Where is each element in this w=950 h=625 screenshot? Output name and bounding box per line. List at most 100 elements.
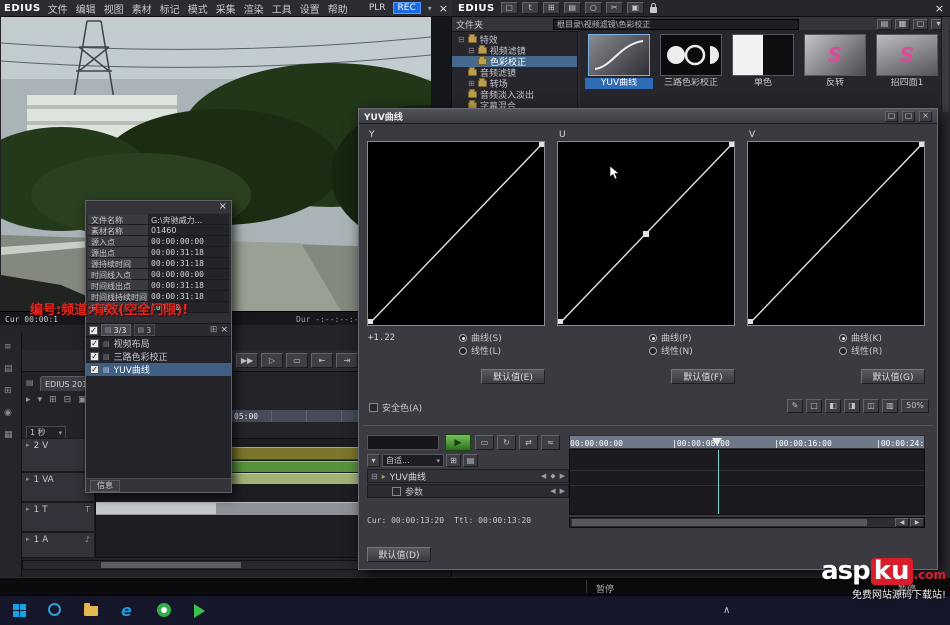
menu-item[interactable]: 标记 [160,1,180,16]
settings-icon[interactable]: ⊞ [210,325,218,335]
filter-item-video-layout[interactable]: ✓ ▤ 视频布局 [86,337,231,350]
menu-item[interactable]: 素材 [132,1,152,16]
kf-transport-icon[interactable]: ▭ [475,435,494,450]
dialog-default-button[interactable]: 默认值(D) [367,547,431,562]
timeline-tool-icon[interactable]: ▸ [26,395,31,405]
preview-split-icon[interactable]: ◧ [825,399,841,413]
tree-item-audio-fade[interactable]: 音频淡入淡出 [452,89,577,100]
kf-value-box[interactable] [367,435,439,450]
menu-item[interactable]: 工具 [272,1,292,16]
bin-toolbar-icon[interactable]: ▣ [626,2,644,14]
edge-browser-icon[interactable]: e [121,601,132,620]
bin-toolbar-icon[interactable]: ○ [584,2,602,14]
tab-page-2[interactable]: ▤ 3 [133,324,156,336]
filter-item-yuv-curve[interactable]: ✓ ▤ YUV曲线 [86,363,231,376]
kf-ruler[interactable]: 00:00:00:00 |00:00:08:00 |00:00:16:00 |00:0… [569,435,925,449]
dialog-title-bar[interactable]: YUV曲线 ▢ ▢ × [359,109,937,124]
chevron-down-icon[interactable]: ▾ [367,454,380,467]
search-icon[interactable] [48,603,61,616]
effect-custom-1[interactable]: S 招四面1 [873,34,941,89]
kf-transport-icon[interactable]: ↻ [497,435,516,450]
v-curve-editor[interactable] [747,141,925,326]
checkbox-icon[interactable] [369,403,378,412]
filter-checkbox[interactable]: ✓ [90,365,99,374]
view-mode-icon[interactable]: ▢ [913,18,928,30]
track-header-a[interactable]: ▸ 1 A ♪ [22,532,95,558]
bin-toolbar-icon[interactable]: ▢ [500,2,518,14]
preview-zoom-button[interactable]: 50% [901,399,929,413]
preview-split-icon[interactable]: ◨ [844,399,860,413]
add-keyframe-icon[interactable]: ◆ [550,472,555,480]
close-icon[interactable]: × [220,325,228,335]
filters-master-checkbox[interactable]: ✓ [89,325,98,335]
strip-tool-icon[interactable]: ▤ [4,364,13,374]
radio-icon[interactable] [649,346,657,355]
tab-page-1[interactable]: ▤ 3/3 [101,324,131,336]
chrome-browser-icon[interactable] [157,603,171,617]
view-mode-icon[interactable]: ▤ [877,18,892,30]
effect-three-way-cc[interactable]: 三路色彩校正 [657,34,725,89]
bin-toolbar-icon[interactable]: ⊞ [542,2,560,14]
y-curve-radio[interactable]: 曲线(S) [459,331,545,344]
fit-dropdown[interactable]: 自适... ▾ [382,454,444,467]
effect-yuv-curve[interactable]: YUV曲线 [585,34,653,89]
minimize-icon[interactable]: ▢ [885,110,898,122]
menu-item[interactable]: 帮助 [328,1,348,16]
kf-h-scrollbar[interactable]: ◀ ▶ [569,517,925,528]
radio-icon[interactable] [839,346,847,355]
scroll-left-icon[interactable]: ◀ [895,518,909,527]
kf-track-area[interactable] [569,449,925,515]
menu-item[interactable]: 渲染 [244,1,264,16]
close-icon[interactable]: × [935,2,944,15]
u-default-button[interactable]: 默认值(F) [671,369,735,384]
speaker-icon[interactable]: ♪ [85,535,90,544]
menu-item[interactable]: 模式 [188,1,208,16]
keyframe-nav[interactable]: ◀ ◆ ▶ [541,472,565,480]
transport-button[interactable]: ▭ [286,353,308,368]
kf-play-button[interactable]: ▶ [445,434,471,451]
lock-icon[interactable] [649,3,657,13]
timeline-tool-icon[interactable]: ⊞ [49,395,57,405]
scroll-right-icon[interactable]: ▶ [910,518,924,527]
bin-toolbar-icon[interactable]: ✂ [605,2,623,14]
v-default-button[interactable]: 默认值(G) [861,369,925,384]
v-curve-radio[interactable]: 曲线(K) [839,331,925,344]
param-checkbox[interactable] [392,486,401,496]
filter-item-three-way-cc[interactable]: ✓ ▤ 三路色彩校正 [86,350,231,363]
radio-icon[interactable] [839,333,847,342]
strip-tool-icon[interactable]: ◉ [4,408,13,418]
preview-split-icon[interactable]: ▥ [882,399,898,413]
preview-split-icon[interactable]: □ [806,399,822,413]
pencil-icon[interactable]: ✎ [787,399,803,413]
menu-item[interactable]: 设置 [300,1,320,16]
tray-chevron-up-icon[interactable]: ∧ [723,605,730,616]
prev-keyframe-icon[interactable]: ◀ [541,472,546,480]
bin-toolbar-icon[interactable]: ▤ [563,2,581,14]
radio-icon[interactable] [649,333,657,342]
transport-button[interactable]: ⇥ [336,353,358,368]
transport-button[interactable]: ▷ [261,353,283,368]
close-icon[interactable]: × [919,110,932,122]
tree-item-audio-filters[interactable]: 音频滤镜 [452,67,577,78]
playhead-marker[interactable] [712,438,722,446]
menu-item[interactable]: 视图 [104,1,124,16]
bin-v-scrollbar[interactable] [941,17,949,112]
close-icon[interactable]: × [439,2,448,15]
strip-tool-icon[interactable]: ▦ [4,430,13,440]
preview-split-icon[interactable]: ◫ [863,399,879,413]
y-default-button[interactable]: 默认值(E) [481,369,545,384]
kf-row-filter[interactable]: ⊟ ▸ YUV曲线 ◀ ◆ ▶ [367,469,569,483]
edius-app-icon[interactable] [194,604,205,618]
tree-item-color-correction[interactable]: 色彩校正 [452,56,577,67]
grid-icon[interactable]: ⊞ [446,454,461,467]
tree-item-effects[interactable]: ⊟ 特效 [452,34,577,45]
u-curve-radio[interactable]: 曲线(P) [649,331,735,344]
track-header-t[interactable]: ▸ 1 T T [22,502,95,532]
timeline-tool-icon[interactable]: ⊟ [64,395,72,405]
start-button[interactable] [13,604,26,617]
file-explorer-icon[interactable] [84,603,98,616]
kf-transport-icon[interactable]: ≈ [541,435,560,450]
timeline-tool-icon[interactable]: ▾ [38,395,43,405]
keyframe-nav[interactable]: ◀ ▶ [550,487,565,495]
path-bar[interactable]: 根目录\视频滤镜\色彩校正 [553,18,800,30]
